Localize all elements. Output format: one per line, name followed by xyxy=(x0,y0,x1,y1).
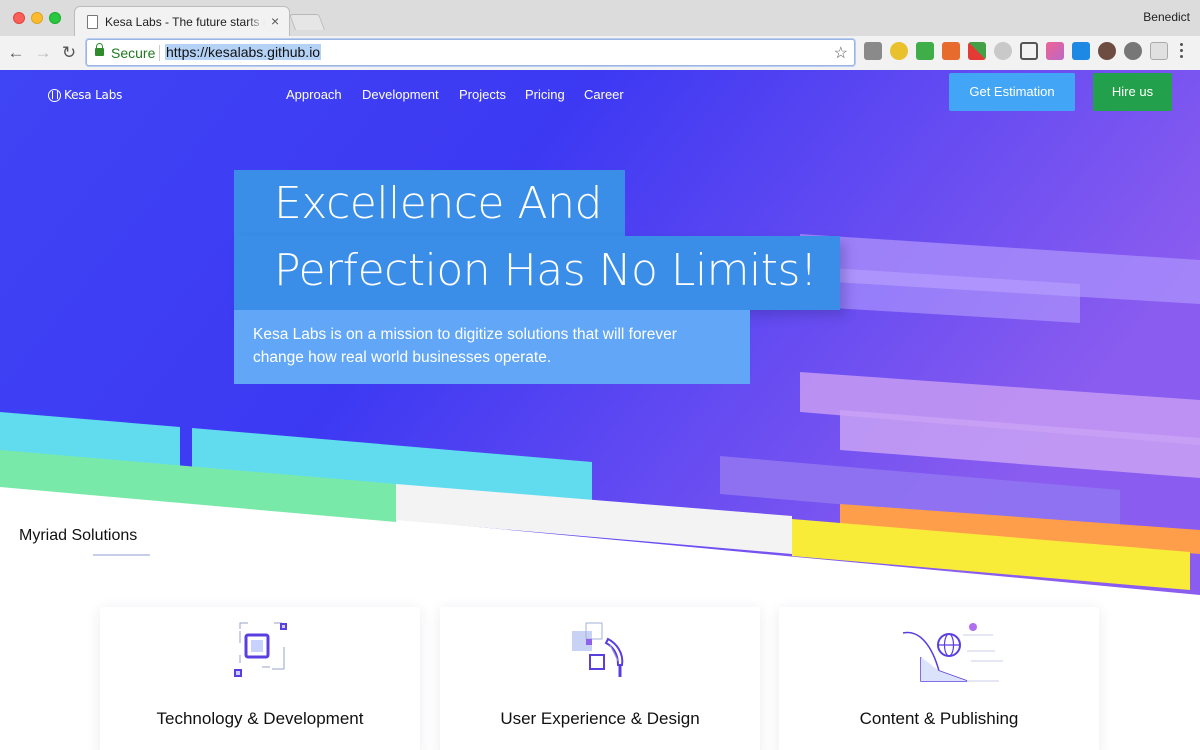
card-title: Content & Publishing xyxy=(859,709,1019,728)
extension-icon[interactable] xyxy=(864,42,882,60)
extension-icon[interactable] xyxy=(890,42,908,60)
profile-name[interactable]: Benedict xyxy=(1143,10,1190,24)
globe-chart-icon xyxy=(902,623,1003,682)
solution-card-technology[interactable]: Technology & Development xyxy=(100,607,420,750)
browser-toolbar: ← → ↻ Secure https://kesalabs.github.io … xyxy=(0,36,1200,70)
card-title: User Experience & Design xyxy=(500,709,700,728)
extension-icon[interactable] xyxy=(1098,42,1116,60)
nav-link-pricing[interactable]: Pricing xyxy=(525,87,565,102)
pen-tool-icon xyxy=(572,622,624,677)
card-title: Technology & Development xyxy=(156,709,364,728)
hero-tagline: Kesa Labs is on a mission to digitize so… xyxy=(234,310,750,384)
webpage: Kesa Labs Approach Development Projects … xyxy=(0,70,1200,750)
extension-icon[interactable] xyxy=(1020,42,1038,60)
forward-arrow-icon[interactable]: → xyxy=(32,42,54,64)
back-arrow-icon[interactable]: ← xyxy=(5,42,27,64)
logo-text: Kesa Labs xyxy=(64,88,123,102)
nav-link-career[interactable]: Career xyxy=(584,87,624,102)
maximize-window-button[interactable] xyxy=(49,12,61,24)
close-window-button[interactable] xyxy=(13,12,25,24)
chip-icon xyxy=(234,622,287,677)
star-icon[interactable]: ☆ xyxy=(834,43,848,63)
extension-icon[interactable] xyxy=(1046,42,1064,60)
reload-icon[interactable]: ↻ xyxy=(58,42,80,64)
section-title: Myriad Solutions xyxy=(19,527,138,544)
browser-tab[interactable]: Kesa Labs - The future starts now × xyxy=(74,6,290,36)
lock-icon xyxy=(95,43,104,56)
tab-strip: Kesa Labs - The future starts now × Bene… xyxy=(0,0,1200,36)
solution-card-content[interactable]: Content & Publishing xyxy=(779,607,1099,750)
hire-us-button[interactable]: Hire us xyxy=(1093,73,1172,111)
nav-link-projects[interactable]: Projects xyxy=(459,87,506,102)
extension-icon[interactable] xyxy=(942,42,960,60)
tab-close-button[interactable]: × xyxy=(271,13,279,29)
nav-link-approach[interactable]: Approach xyxy=(286,87,342,102)
solution-card-ux-design[interactable]: User Experience & Design xyxy=(440,607,760,750)
section-underline xyxy=(93,554,150,556)
extension-icon[interactable] xyxy=(1150,42,1168,60)
document-icon xyxy=(87,15,98,29)
new-tab-button[interactable] xyxy=(289,14,325,30)
extension-icon[interactable] xyxy=(916,42,934,60)
address-bar[interactable]: Secure https://kesalabs.github.io ☆ xyxy=(86,39,855,66)
hero-headline-line1: Excellence And xyxy=(234,170,625,238)
extension-icon[interactable] xyxy=(1072,42,1090,60)
address-divider xyxy=(159,45,160,61)
minimize-window-button[interactable] xyxy=(31,12,43,24)
extension-icon[interactable] xyxy=(994,42,1012,60)
url-text[interactable]: https://kesalabs.github.io xyxy=(165,44,322,60)
gear-icon[interactable] xyxy=(1124,42,1142,60)
get-estimation-button[interactable]: Get Estimation xyxy=(949,73,1075,111)
nav-link-development[interactable]: Development xyxy=(362,87,439,102)
browser-menu-icon[interactable] xyxy=(1180,43,1184,61)
browser-chrome: Kesa Labs - The future starts now × Bene… xyxy=(0,0,1200,70)
hero-headline-line2: Perfection Has No Limits! xyxy=(234,236,841,310)
logo-icon xyxy=(48,89,61,102)
tab-title: Kesa Labs - The future starts now xyxy=(105,15,265,29)
secure-label[interactable]: Secure xyxy=(111,45,155,61)
extension-icon[interactable] xyxy=(968,42,986,60)
